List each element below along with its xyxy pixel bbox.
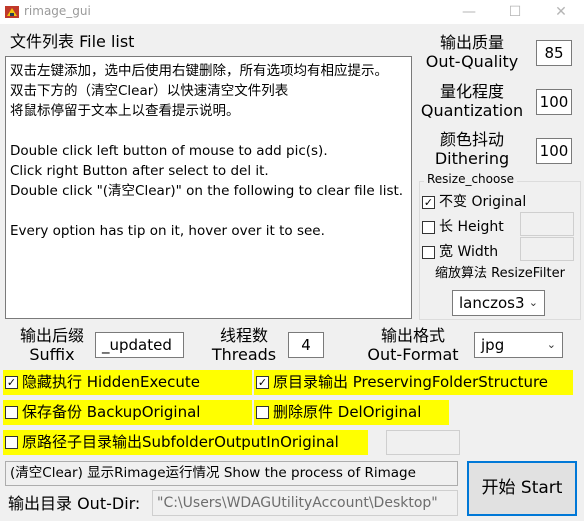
resize-width-input[interactable] — [520, 237, 574, 261]
checkbox-checked-icon: ✓ — [256, 376, 269, 389]
file-list-textarea[interactable]: 双击左键添加，选中后使用右键删除，所有选项均有相应提示。 双击下方的（清空Cle… — [5, 56, 412, 319]
quantization-label-cn: 量化程度 — [439, 82, 504, 101]
dithering-label-cn: 颜色抖动 — [439, 130, 504, 149]
quality-input[interactable]: 85 — [536, 40, 572, 66]
backup-original-label: 保存备份 BackupOriginal — [22, 403, 201, 421]
quality-label-cn: 输出质量 — [439, 33, 504, 52]
checkbox-checked-icon: ✓ — [5, 376, 18, 389]
resize-filter-dropdown[interactable]: lanczos3 ⌄ — [452, 290, 545, 316]
backup-original-checkbox[interactable]: 保存备份 BackupOriginal — [3, 400, 252, 425]
status-clear-bar[interactable]: (清空Clear) 显示Rimage运行情况 Show the process … — [5, 461, 458, 486]
resize-filter-label: 缩放算法 ResizeFilter — [435, 266, 565, 281]
del-original-checkbox[interactable]: 删除原件 DelOriginal — [254, 400, 449, 425]
quality-label-en: Out-Quality — [425, 52, 519, 71]
suffix-label-en: Suffix — [29, 345, 75, 364]
del-original-label: 删除原件 DelOriginal — [273, 403, 422, 421]
resize-height-label: 长 Height — [439, 219, 504, 235]
dithering-input[interactable]: 100 — [536, 138, 572, 164]
resize-group-title: Resize_choose — [424, 172, 517, 186]
threads-label-en: Threads — [211, 345, 277, 364]
subfolder-output-checkbox[interactable]: 原路径子目录输出SubfolderOutputInOriginal — [3, 430, 368, 455]
preserving-folder-checkbox[interactable]: ✓ 原目录输出 PreservingFolderStructure — [254, 370, 573, 395]
hidden-execute-label: 隐藏执行 HiddenExecute — [22, 373, 200, 391]
quantization-input[interactable]: 100 — [536, 89, 572, 115]
hidden-execute-checkbox[interactable]: ✓ 隐藏执行 HiddenExecute — [3, 370, 252, 395]
app-icon — [5, 6, 19, 18]
resize-width-label: 宽 Width — [439, 244, 499, 260]
subfolder-name-input[interactable] — [386, 430, 460, 455]
format-label-en: Out-Format — [367, 345, 459, 364]
checkbox-empty-icon — [5, 436, 18, 449]
start-button[interactable]: 开始 Start — [467, 461, 577, 516]
suffix-label-cn: 输出后缀 — [19, 326, 84, 345]
checkbox-empty-icon — [422, 245, 435, 259]
checkbox-empty-icon — [5, 406, 18, 419]
resize-original-label: 不变 Original — [439, 194, 527, 210]
file-list-label: 文件列表 File list — [10, 32, 135, 51]
threads-input[interactable]: 4 — [288, 332, 324, 358]
dithering-label-en: Dithering — [434, 149, 510, 168]
resize-height-input[interactable] — [520, 212, 574, 236]
subfolder-output-label: 原路径子目录输出SubfolderOutputInOriginal — [22, 433, 339, 451]
outdir-label: 输出目录 Out-Dir: — [8, 494, 141, 513]
checkbox-checked-icon: ✓ — [422, 195, 435, 209]
quantization-label-en: Quantization — [420, 101, 524, 120]
checkbox-empty-icon — [256, 406, 269, 419]
format-value: jpg — [481, 336, 505, 354]
close-button[interactable]: ✕ — [538, 0, 584, 24]
format-label-cn: 输出格式 — [380, 326, 445, 345]
checkbox-empty-icon — [422, 220, 435, 234]
preserving-folder-label: 原目录输出 PreservingFolderStructure — [273, 373, 549, 391]
minimize-button[interactable]: — — [446, 0, 492, 24]
suffix-input[interactable]: _updated — [95, 332, 184, 358]
resize-original-checkbox[interactable]: ✓ 不变 Original — [422, 191, 526, 211]
threads-label-cn: 线程数 — [219, 326, 268, 345]
maximize-button[interactable]: ☐ — [492, 0, 538, 24]
chevron-down-icon: ⌄ — [546, 338, 556, 351]
format-dropdown[interactable]: jpg ⌄ — [474, 332, 563, 358]
resize-height-checkbox[interactable]: 长 Height — [422, 216, 504, 236]
outdir-input[interactable]: "C:\Users\WDAGUtilityAccount\Desktop" — [152, 490, 458, 516]
resize-filter-value: lanczos3 — [459, 294, 525, 312]
resize-width-checkbox[interactable]: 宽 Width — [422, 241, 498, 261]
window-title: rimage_gui — [24, 4, 91, 18]
chevron-down-icon: ⌄ — [528, 296, 538, 309]
